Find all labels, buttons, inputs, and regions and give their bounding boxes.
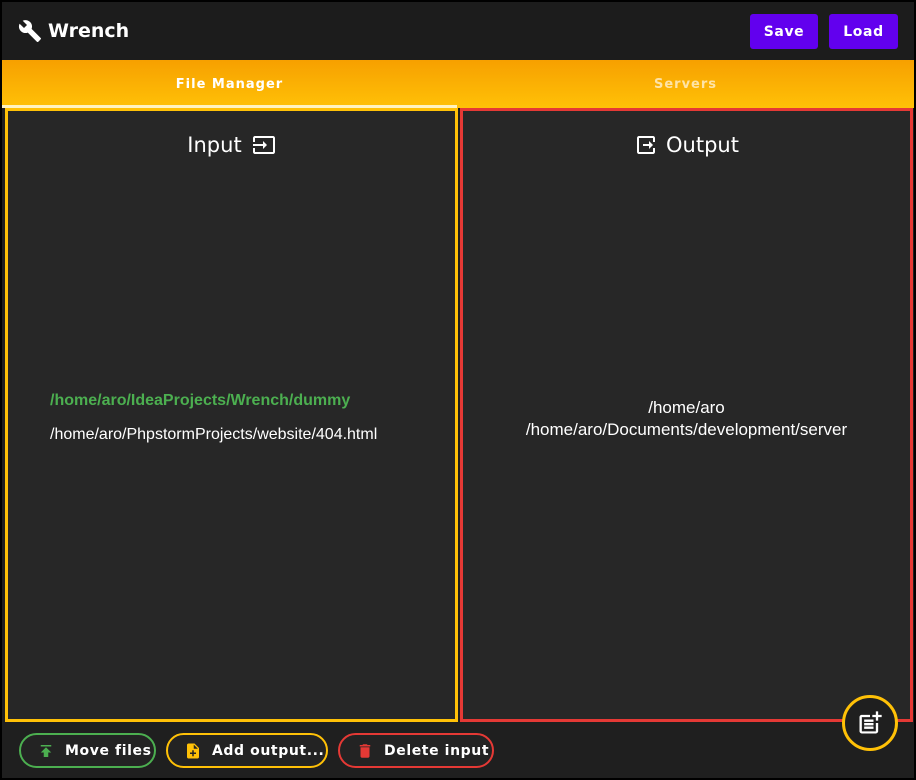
move-files-button[interactable]: Move files <box>19 733 156 768</box>
input-icon <box>252 136 275 154</box>
output-panel: Output /home/aro /home/aro/Documents/dev… <box>460 108 913 722</box>
delete-input-button[interactable]: Delete input <box>338 733 494 768</box>
output-panel-title: Output <box>666 133 739 157</box>
input-file-list: /home/aro/IdeaProjects/Wrench/dummy /hom… <box>50 391 377 459</box>
input-panel: Input /home/aro/IdeaProjects/Wrench/dumm… <box>5 108 458 722</box>
add-output-label: Add output... <box>212 742 325 759</box>
output-dir-item[interactable]: /home/aro <box>463 397 910 419</box>
upload-icon <box>40 744 52 757</box>
delete-input-label: Delete input <box>384 742 490 759</box>
wrench-icon <box>18 20 41 42</box>
add-entry-fab[interactable] <box>842 695 898 751</box>
tab-servers[interactable]: Servers <box>457 60 914 108</box>
note-add-icon <box>187 743 199 758</box>
output-dir-list: /home/aro /home/aro/Documents/developmen… <box>463 397 910 441</box>
output-icon <box>637 136 656 154</box>
tab-file-manager[interactable]: File Manager <box>2 60 457 108</box>
move-files-label: Move files <box>65 742 152 759</box>
save-button[interactable]: Save <box>750 14 818 49</box>
app-window: Wrench Save Load File Manager Servers In… <box>2 2 914 778</box>
tab-bar: File Manager Servers <box>2 60 914 108</box>
input-panel-header: Input <box>8 133 455 157</box>
output-dir-item[interactable]: /home/aro/Documents/development/server <box>463 419 910 441</box>
input-file-item[interactable]: /home/aro/PhpstormProjects/website/404.h… <box>50 425 377 459</box>
top-app-bar: Wrench Save Load <box>2 2 914 60</box>
input-panel-title: Input <box>187 133 242 157</box>
input-file-item-selected[interactable]: /home/aro/IdeaProjects/Wrench/dummy <box>50 391 377 425</box>
output-panel-header: Output <box>463 133 910 157</box>
delete-icon <box>359 743 371 758</box>
post-add-icon <box>859 711 882 734</box>
load-button[interactable]: Load <box>829 14 898 49</box>
brand: Wrench <box>18 16 129 46</box>
add-output-button[interactable]: Add output... <box>166 733 328 768</box>
app-title: Wrench <box>48 20 130 42</box>
